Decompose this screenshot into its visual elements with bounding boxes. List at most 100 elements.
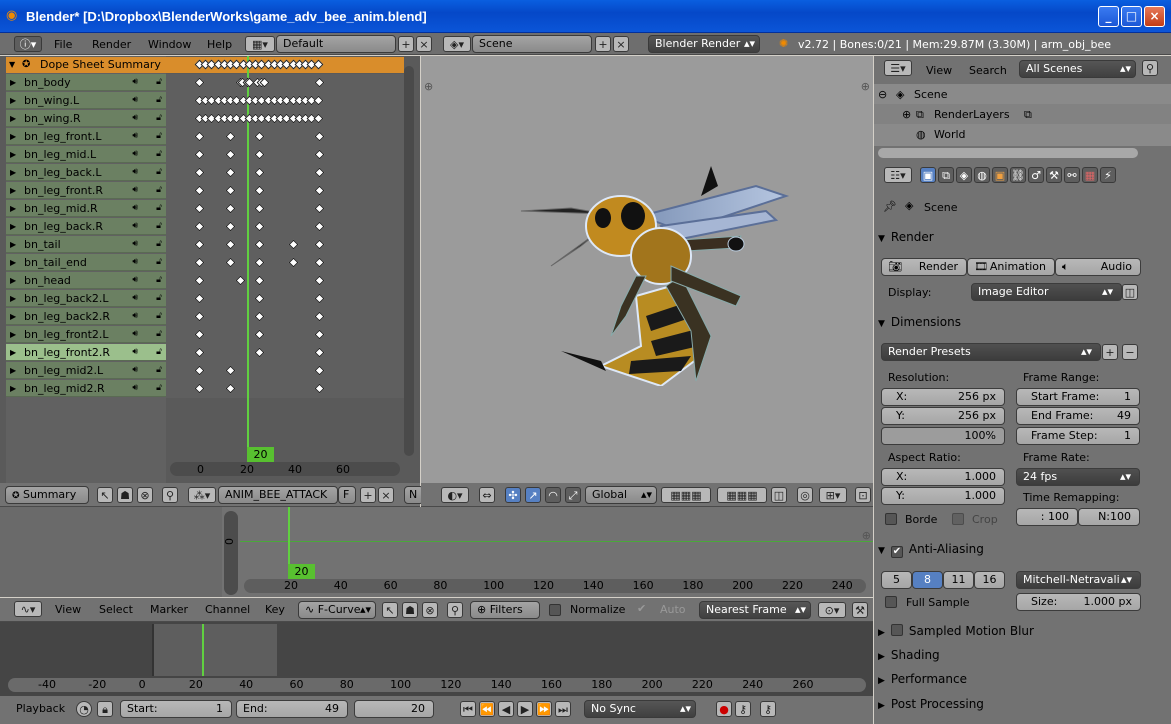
channel-expand-icon[interactable]: ▶ [10,200,16,217]
lock-icon[interactable]: 🔓︎ [156,308,162,325]
outliner-type-icon[interactable]: ☰▾ [884,60,912,76]
graph-wrench-icon[interactable]: ⚒ [852,602,868,618]
channel-expand-icon[interactable]: ▶ [10,74,16,91]
performance-panel-header[interactable]: ▶ Performance [878,668,1148,690]
speaker-icon[interactable]: 🔊︎ [132,236,138,253]
speaker-icon[interactable]: 🔊︎ [132,344,138,361]
channel-row[interactable]: ▶ bn_leg_mid.R 🔊︎ 🔓︎ [6,200,166,217]
info-editor-type-icon[interactable]: ⓘ▾ [14,36,42,52]
outliner-h-scrollbar[interactable] [878,148,1138,158]
remove-preset-icon[interactable]: − [1122,344,1138,360]
properties-type-icon[interactable]: ☷▾ [884,167,912,183]
fake-user-button[interactable]: F [338,486,356,504]
lock-icon[interactable]: 🔓︎ [156,380,162,397]
pivot-icon[interactable]: ⇔ [479,487,495,503]
graph-menu-marker[interactable]: Marker [150,603,188,617]
lock-icon[interactable]: 🔓︎ [156,236,162,253]
speaker-icon[interactable]: 🔊︎ [132,74,138,91]
dopesheet-summary-channel[interactable]: ▼ ✪ Dope Sheet Summary [6,57,166,73]
add-layout-icon[interactable]: + [398,36,414,52]
menu-file[interactable]: File [54,38,72,52]
proportional-edit-icon[interactable]: ◎ [797,487,813,503]
renderlayers-tab-icon[interactable]: ⧉ [938,167,954,183]
channel-row[interactable]: ▶ bn_leg_front.R 🔊︎ 🔓︎ [6,182,166,199]
outliner-menu-view[interactable]: View [926,64,952,78]
speaker-icon[interactable]: 🔊︎ [132,308,138,325]
channel-expand-icon[interactable]: ▶ [10,236,16,253]
aa-size-field[interactable]: Size: 1.000 px [1016,593,1141,611]
audio-button[interactable]: 🔈︎ Audio [1055,258,1141,276]
speaker-icon[interactable]: 🔊︎ [132,254,138,271]
graph-search-icon[interactable]: ⚲ [447,602,463,618]
start-frame-field[interactable]: Start: 1 [120,700,232,718]
graph-menu-select[interactable]: Select [99,603,133,617]
expand-icon[interactable]: ⊕ [902,108,911,122]
speaker-icon[interactable]: 🔊︎ [132,146,138,163]
scene-tab-icon[interactable]: ◈ [956,167,972,183]
pivot-point-icon[interactable]: ⊙▾ [818,602,846,618]
speaker-icon[interactable]: 🔊︎ [132,164,138,181]
snap-select[interactable]: Nearest Frame ▴▾ [699,601,811,619]
3d-viewport[interactable]: ⊕ ⊕ [421,56,873,483]
animation-button[interactable]: 🎞︎ Animation [967,258,1055,276]
lock-icon[interactable]: 🔓︎ [156,290,162,307]
channel-row[interactable]: ▶ bn_leg_mid.L 🔊︎ 🔓︎ [6,146,166,163]
shading-panel-header[interactable]: ▶ Shading [878,644,1148,666]
render-preview-icon[interactable]: ⊡ [855,487,871,503]
texture-tab-icon[interactable]: ▦ [1082,167,1098,183]
end-frame-prop-field[interactable]: End Frame: 49 [1016,407,1140,425]
frame-rate-select[interactable]: 24 fps ▴▾ [1016,468,1140,486]
sync-select[interactable]: No Sync ▴▾ [584,700,696,718]
lock-icon[interactable]: 🔓︎ [156,218,162,235]
speaker-icon[interactable]: 🔊︎ [132,218,138,235]
speaker-icon[interactable]: 🔊︎ [132,128,138,145]
post-processing-panel-header[interactable]: ▶ Post Processing [878,693,1148,715]
scale-icon[interactable]: ⤢ [565,487,581,503]
timeline-h-scrollbar[interactable] [8,678,866,692]
speaker-icon[interactable]: 🔊︎ [132,200,138,217]
lock-icon[interactable]: 🔓︎ [156,326,162,343]
select-tool-icon[interactable]: ↖ [97,487,113,503]
channel-row[interactable]: ▶ bn_leg_front.L 🔊︎ 🔓︎ [6,128,166,145]
scene-icon[interactable]: ◈▾ [443,36,471,52]
lock-icon[interactable]: 🔓︎ [156,164,162,181]
play-reverse-icon[interactable]: ◀ [498,701,514,717]
channel-expand-icon[interactable]: ▶ [10,92,16,109]
speaker-icon[interactable]: 🔊︎ [132,92,138,109]
channel-row[interactable]: ▶ bn_leg_front2.R 🔊︎ 🔓︎ [6,344,166,361]
outliner-search-icon[interactable]: ⚲ [1142,60,1158,76]
channel-expand-icon[interactable]: ▶ [10,164,16,181]
channel-row[interactable]: ▶ bn_body 🔊︎ 🔓︎ [6,74,166,91]
graph-mode-select[interactable]: ∿ F-Curve ▴▾ [298,601,376,619]
outliner-item-scene[interactable]: Scene [914,88,948,102]
add-scene-icon[interactable]: + [595,36,611,52]
remove-scene-icon[interactable]: × [613,36,629,52]
channel-expand-icon[interactable]: ▶ [10,290,16,307]
render-engine-select[interactable]: Blender Render ▴▾ [648,35,760,53]
action-name-field[interactable]: ANIM_BEE_ATTACK [218,486,338,504]
channel-row[interactable]: ▶ bn_wing.R 🔊︎ 🔓︎ [6,110,166,127]
resolution-x-field[interactable]: X: 256 px [881,388,1005,406]
dopesheet-mode-select[interactable]: ✪ Summary [5,486,89,504]
resolution-percent-field[interactable]: 100% [881,427,1005,445]
time-remap-new-field[interactable]: N:100 [1078,508,1140,526]
speaker-icon[interactable]: 🔊︎ [132,380,138,397]
bone-tab-icon[interactable]: ⚒ [1046,167,1062,183]
lock-icon[interactable]: 🔓︎ [156,92,162,109]
channel-row[interactable]: ▶ bn_wing.L 🔊︎ 🔓︎ [6,92,166,109]
minimize-button[interactable]: _ [1098,6,1119,27]
menu-help[interactable]: Help [207,38,232,52]
channel-row[interactable]: ▶ bn_leg_back2.R 🔊︎ 🔓︎ [6,308,166,325]
add-preset-icon[interactable]: + [1102,344,1118,360]
resolution-y-field[interactable]: Y: 256 px [881,407,1005,425]
jump-end-icon[interactable]: ⏭ [555,701,571,717]
record-icon[interactable]: ● [716,701,732,717]
keying-set-icon[interactable]: ⚷ [735,701,751,717]
outliner-item-renderlayers[interactable]: RenderLayers [934,108,1010,122]
channel-expand-icon[interactable]: ▶ [10,272,16,289]
renderlayer-toggle-icon[interactable]: ⧉ [1024,108,1032,122]
channel-expand-icon[interactable]: ▶ [10,218,16,235]
channel-expand-icon[interactable]: ▶ [10,254,16,271]
lock-range-icon[interactable]: 🔒︎ [97,701,113,717]
channel-expand-icon[interactable]: ▶ [10,110,16,127]
